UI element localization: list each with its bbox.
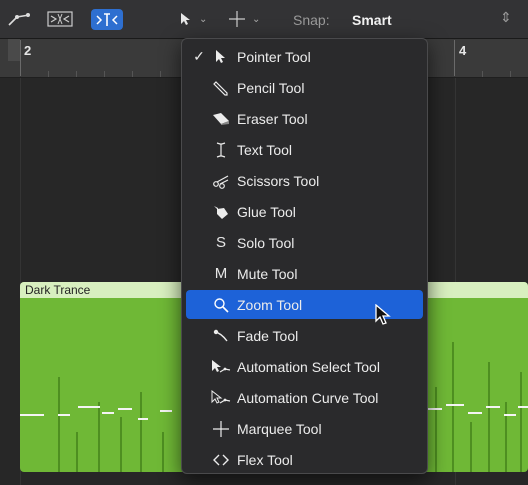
- chevron-down-icon: ⌄: [199, 13, 208, 25]
- menu-item-eraser-tool[interactable]: Eraser Tool: [186, 104, 423, 133]
- menu-item-label: Automation Select Tool: [237, 358, 380, 375]
- midi-note: [102, 412, 114, 414]
- marquee-icon: [211, 420, 231, 437]
- flex-view-icon[interactable]: [47, 9, 73, 29]
- glue-icon: [211, 204, 231, 220]
- automation-curve-icon: [211, 389, 231, 406]
- midi-note: [486, 406, 500, 408]
- ruler-minor-tick: [76, 71, 77, 77]
- velocity-bar: [76, 432, 78, 472]
- velocity-bar: [505, 402, 507, 472]
- region-name: Dark Trance: [25, 283, 91, 297]
- velocity-bar: [140, 392, 142, 472]
- automation-curve-icon[interactable]: [6, 9, 32, 29]
- menu-item-label: Pencil Tool: [237, 79, 305, 96]
- pointer-icon: [181, 13, 190, 25]
- ruler-minor-tick: [48, 71, 49, 77]
- menu-item-label: Mute Tool: [237, 265, 298, 282]
- menu-item-pencil-tool[interactable]: Pencil Tool: [186, 73, 423, 102]
- menu-item-label: Glue Tool: [237, 203, 296, 220]
- menu-item-scissors-tool[interactable]: Scissors Tool: [186, 166, 423, 195]
- menu-item-automation-curve-tool[interactable]: Automation Curve Tool: [186, 383, 423, 412]
- midi-note: [20, 414, 44, 416]
- midi-note: [58, 414, 70, 416]
- menu-item-automation-select-tool[interactable]: Automation Select Tool: [186, 352, 423, 381]
- command-click-tool-selector[interactable]: ⌄: [229, 9, 260, 29]
- midi-note: [518, 406, 528, 408]
- snap-label: Snap:: [293, 12, 330, 28]
- midi-note: [78, 406, 100, 408]
- menu-item-marquee-tool[interactable]: Marquee Tool: [186, 414, 423, 443]
- ruler-marker: 2: [24, 43, 32, 58]
- velocity-bar: [120, 417, 122, 472]
- pencil-icon: [211, 80, 231, 96]
- pointer-icon: [211, 49, 231, 64]
- menu-item-label: Scissors Tool: [237, 172, 320, 189]
- ruler-minor-tick: [160, 71, 161, 77]
- eraser-icon: [211, 112, 231, 126]
- menu-item-label: Fade Tool: [237, 327, 299, 344]
- midi-note: [468, 412, 482, 414]
- mute-icon: M: [214, 265, 228, 282]
- checkmark-icon: ✓: [193, 48, 205, 64]
- automation-select-icon: [211, 359, 231, 375]
- menu-item-text-tool[interactable]: Text Tool: [186, 135, 423, 164]
- toolbar: ⌄ ⌄ Snap: Smart ⇕: [0, 0, 528, 39]
- midi-note: [118, 408, 132, 410]
- snap-value[interactable]: Smart: [352, 12, 392, 28]
- menu-item-label: Eraser Tool: [237, 110, 308, 127]
- mouse-cursor-icon: [375, 303, 391, 331]
- velocity-bar: [435, 387, 437, 472]
- menu-item-label: Pointer Tool: [237, 48, 311, 65]
- fade-icon: [211, 329, 231, 343]
- text-cursor-icon: [211, 141, 231, 158]
- ruler-minor-tick: [482, 71, 483, 77]
- velocity-bar: [162, 432, 164, 472]
- midi-note: [504, 414, 516, 416]
- velocity-bar: [470, 422, 472, 472]
- velocity-bar: [520, 372, 522, 472]
- menu-item-label: Automation Curve Tool: [237, 389, 379, 406]
- midi-note: [428, 408, 442, 410]
- chevron-down-icon: ⌄: [252, 13, 261, 25]
- magnifier-icon: [211, 297, 231, 313]
- tool-menu: ✓ Pointer Tool Pencil Tool Eraser Tool T…: [181, 38, 428, 474]
- menu-item-glue-tool[interactable]: Glue Tool: [186, 197, 423, 226]
- playhead-marker[interactable]: [8, 39, 20, 61]
- ruler-tick: [20, 40, 21, 76]
- midi-note: [138, 418, 148, 420]
- velocity-bar: [98, 402, 100, 472]
- midi-note: [160, 410, 172, 412]
- menu-item-label: Flex Tool: [237, 451, 293, 468]
- menu-item-label: Text Tool: [237, 141, 292, 158]
- ruler-minor-tick: [510, 71, 511, 77]
- velocity-bar: [58, 377, 60, 472]
- velocity-bar: [452, 342, 454, 472]
- menu-item-label: Zoom Tool: [237, 296, 303, 313]
- ruler-tick: [454, 40, 455, 76]
- ruler-minor-tick: [104, 71, 105, 77]
- solo-icon: S: [215, 234, 226, 251]
- velocity-bar: [488, 362, 490, 472]
- snap-stepper-icon[interactable]: ⇕: [500, 9, 512, 26]
- catch-button[interactable]: [91, 9, 123, 30]
- menu-item-label: Marquee Tool: [237, 420, 322, 437]
- marquee-crosshair-icon: [229, 11, 245, 27]
- left-click-tool-selector[interactable]: ⌄: [180, 9, 207, 29]
- ruler-minor-tick: [132, 71, 133, 77]
- menu-item-flex-tool[interactable]: Flex Tool: [186, 445, 423, 474]
- midi-note: [446, 404, 464, 406]
- flex-icon: [211, 454, 231, 466]
- scissors-icon: [211, 173, 231, 189]
- menu-item-solo-tool[interactable]: S Solo Tool: [186, 228, 423, 257]
- ruler-marker: 4: [459, 43, 467, 58]
- menu-item-label: Solo Tool: [237, 234, 295, 251]
- menu-item-pointer-tool[interactable]: ✓ Pointer Tool: [186, 42, 423, 71]
- menu-item-mute-tool[interactable]: M Mute Tool: [186, 259, 423, 288]
